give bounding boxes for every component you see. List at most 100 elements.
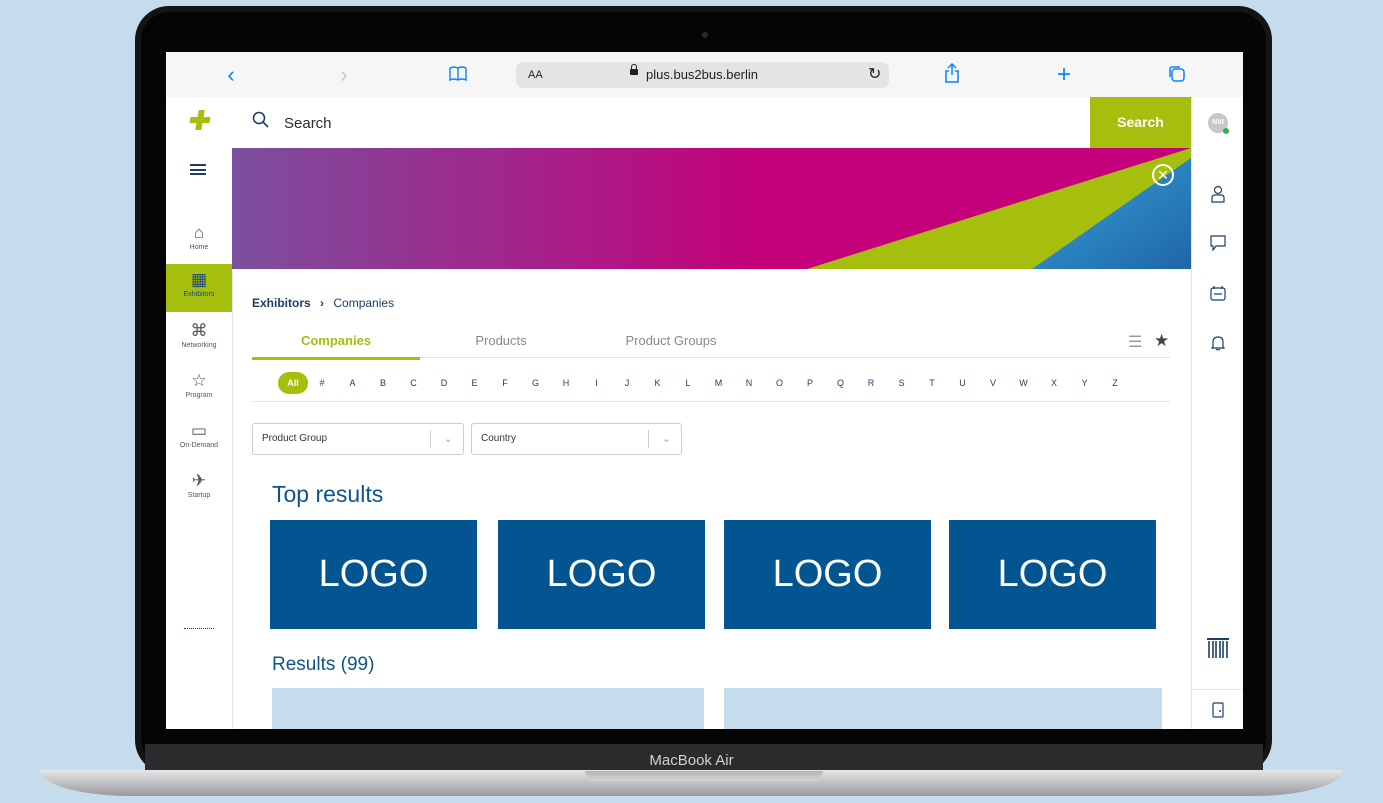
- browser-toolbar: ‹ › AA plus.bus2bus.berlin ↻ +: [166, 52, 1243, 98]
- barcode-icon[interactable]: [1192, 638, 1243, 663]
- alphabet-letter[interactable]: K: [649, 372, 667, 394]
- breadcrumb-current: Companies: [333, 296, 395, 310]
- alphabet-divider: [252, 401, 1170, 402]
- logo-card[interactable]: LOGO: [270, 520, 477, 629]
- home-icon: ⌂: [193, 223, 205, 242]
- alphabet-letter[interactable]: I: [588, 372, 606, 394]
- address-bar[interactable]: AA plus.bus2bus.berlin ↻: [516, 62, 889, 88]
- top-results-title: Top results: [272, 481, 384, 507]
- online-status-dot: [1223, 128, 1229, 134]
- laptop-notch: [585, 771, 823, 781]
- alphabet-letter[interactable]: W: [1015, 372, 1033, 394]
- left-sidebar: ⌂ Home ▦ Exhibitors ⌘ Networking ☆ Progr…: [166, 97, 233, 729]
- sidebar-item-label: Home: [189, 244, 209, 251]
- sidebar-item-program[interactable]: ☆ Program: [166, 371, 232, 409]
- reload-icon[interactable]: ↻: [868, 62, 881, 88]
- chat-icon[interactable]: [1192, 235, 1243, 256]
- star-icon[interactable]: ★: [1154, 331, 1169, 351]
- network-icon: ⌘: [190, 321, 208, 340]
- chevron-down-icon: ⌄: [443, 433, 453, 445]
- alphabet-letter[interactable]: N: [740, 372, 758, 394]
- alphabet-filter: All # A B C D E F G H I J K L M N O P Q R S T U V W X Y Z: [278, 372, 1148, 394]
- logo-card[interactable]: LOGO: [498, 520, 705, 629]
- right-sidebar: NVI: [1191, 97, 1243, 729]
- alphabet-letter[interactable]: U: [954, 372, 972, 394]
- alphabet-letter[interactable]: H: [557, 372, 575, 394]
- alphabet-letter[interactable]: Q: [832, 372, 850, 394]
- alphabet-all-button[interactable]: All: [278, 372, 308, 394]
- logout-icon[interactable]: [1192, 689, 1243, 723]
- alphabet-letter[interactable]: P: [801, 372, 819, 394]
- sidebar-item-networking[interactable]: ⌘ Networking: [166, 321, 232, 359]
- alphabet-letter[interactable]: X: [1045, 372, 1063, 394]
- sidebar-item-label: Program: [185, 392, 213, 399]
- hamburger-menu-icon[interactable]: [190, 164, 206, 175]
- alphabet-letter[interactable]: M: [710, 372, 728, 394]
- screen: ‹ › AA plus.bus2bus.berlin ↻ + ⌂ Home ▦ …: [166, 52, 1243, 729]
- url-text[interactable]: plus.bus2bus.berlin: [646, 62, 758, 88]
- book-icon[interactable]: [449, 66, 467, 82]
- chevron-left-icon[interactable]: ‹: [216, 52, 246, 97]
- reader-button[interactable]: AA: [528, 62, 543, 88]
- breadcrumb-root[interactable]: Exhibitors: [252, 296, 311, 310]
- bell-icon[interactable]: [1192, 335, 1243, 356]
- result-card[interactable]: [724, 688, 1162, 729]
- plus-icon[interactable]: +: [1049, 52, 1079, 97]
- alphabet-letter[interactable]: O: [771, 372, 789, 394]
- on-demand-icon: ▭: [190, 421, 208, 440]
- tab-companies[interactable]: Companies: [252, 333, 420, 348]
- alphabet-letter[interactable]: V: [984, 372, 1002, 394]
- search-input[interactable]: [282, 107, 986, 139]
- alphabet-letter[interactable]: Z: [1106, 372, 1124, 394]
- alphabet-letter[interactable]: R: [862, 372, 880, 394]
- logo-card[interactable]: LOGO: [724, 520, 931, 629]
- sidebar-item-label: On-Demand: [179, 442, 219, 449]
- share-icon[interactable]: [944, 62, 960, 88]
- close-icon[interactable]: ✕: [1152, 164, 1174, 186]
- chevron-right-icon[interactable]: ›: [329, 52, 359, 97]
- device-label: MacBook Air: [649, 752, 734, 769]
- alphabet-letter[interactable]: L: [679, 372, 697, 394]
- chevron-down-icon: ⌄: [661, 433, 671, 445]
- country-select[interactable]: Country ⌄: [471, 423, 682, 455]
- select-value: Country: [481, 433, 517, 444]
- tab-products[interactable]: Products: [436, 333, 566, 348]
- partner-logo: [184, 628, 214, 630]
- sidebar-item-startup[interactable]: ✈ Startup: [166, 471, 232, 509]
- grid-icon: ▦: [190, 270, 208, 289]
- tabs-icon[interactable]: [1168, 65, 1186, 88]
- hero-banner: ✕: [232, 148, 1191, 269]
- user-icon[interactable]: [1192, 185, 1243, 208]
- breadcrumb: Exhibitors › Companies: [252, 296, 394, 310]
- alphabet-letter[interactable]: Y: [1076, 372, 1094, 394]
- rocket-icon: ✈: [191, 471, 207, 490]
- tab-product-groups[interactable]: Product Groups: [596, 333, 746, 348]
- list-view-icon[interactable]: ☰: [1128, 332, 1142, 352]
- alphabet-letter[interactable]: J: [618, 372, 636, 394]
- logo-card[interactable]: LOGO: [949, 520, 1156, 629]
- calendar-icon[interactable]: [1192, 285, 1243, 306]
- calendar-star-icon: ☆: [191, 371, 207, 390]
- result-card[interactable]: [272, 688, 704, 729]
- chevron-right-icon: ›: [320, 296, 325, 310]
- search-button[interactable]: Search: [1090, 97, 1191, 148]
- alphabet-letter[interactable]: C: [405, 372, 423, 394]
- alphabet-letter[interactable]: F: [496, 372, 514, 394]
- alphabet-letter[interactable]: T: [923, 372, 941, 394]
- select-separator: [648, 430, 649, 448]
- alphabet-letter[interactable]: A: [344, 372, 362, 394]
- plus-logo-icon[interactable]: [190, 110, 210, 130]
- sidebar-item-on-demand[interactable]: ▭ On-Demand: [166, 421, 232, 459]
- alphabet-letter[interactable]: #: [313, 372, 331, 394]
- alphabet-letter[interactable]: D: [435, 372, 453, 394]
- select-separator: [430, 430, 431, 448]
- results-title: Results (99): [272, 654, 375, 675]
- search-row: Search: [232, 97, 1191, 148]
- alphabet-letter[interactable]: G: [527, 372, 545, 394]
- alphabet-letter[interactable]: S: [893, 372, 911, 394]
- alphabet-letter[interactable]: E: [466, 372, 484, 394]
- sidebar-item-exhibitors[interactable]: ▦ Exhibitors: [166, 264, 232, 312]
- sidebar-item-home[interactable]: ⌂ Home: [166, 223, 232, 261]
- product-group-select[interactable]: Product Group ⌄: [252, 423, 464, 455]
- alphabet-letter[interactable]: B: [374, 372, 392, 394]
